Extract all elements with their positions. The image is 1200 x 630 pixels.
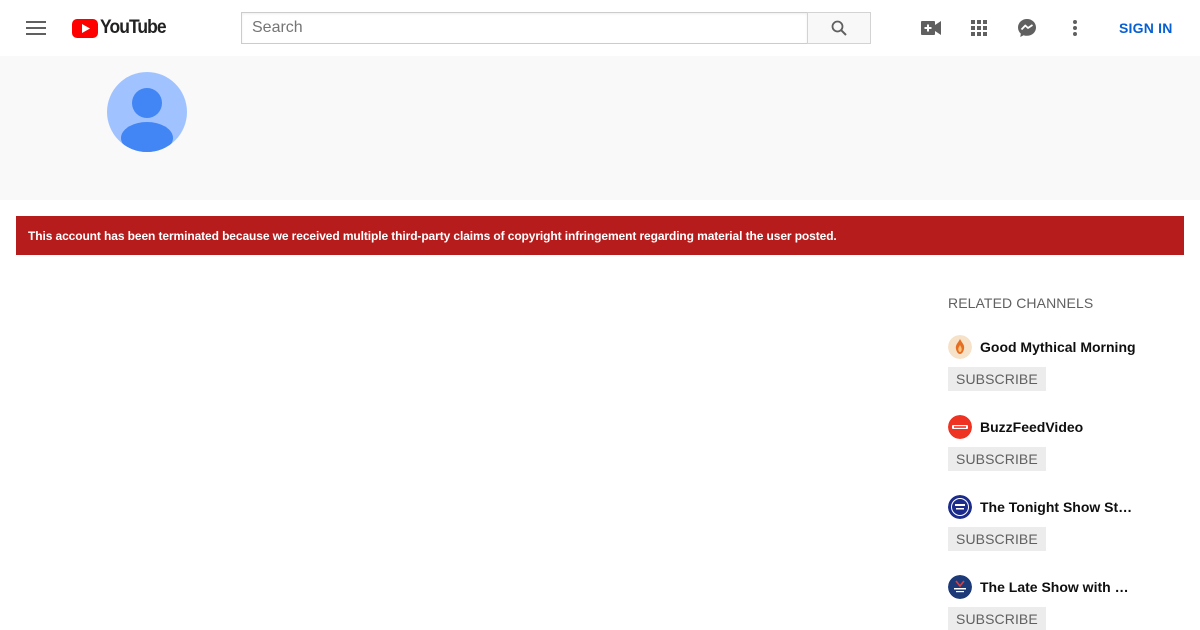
more-vert-icon [1073,20,1077,36]
apps-grid-icon [971,20,987,36]
related-channels: RELATED CHANNELS Good Mythical Morning S… [948,292,1184,630]
more-button[interactable] [1059,12,1091,44]
youtube-play-icon [72,18,98,38]
menu-icon [26,21,46,35]
channel-avatar-icon [948,575,972,599]
channel-link[interactable]: BuzzFeedVideo [948,415,1184,439]
subscribe-button[interactable]: SUBSCRIBE [948,367,1046,391]
apps-button[interactable] [963,12,995,44]
search-button[interactable] [807,12,871,44]
subscribe-button[interactable]: SUBSCRIBE [948,527,1046,551]
subscribe-button[interactable]: SUBSCRIBE [948,607,1046,630]
termination-alert: This account has been terminated because… [16,216,1184,255]
create-video-button[interactable] [915,12,947,44]
alert-message: This account has been terminated because… [28,228,837,243]
default-avatar-icon [107,72,187,152]
guide-button[interactable] [20,12,52,44]
channel-name[interactable]: The Tonight Show Starring Jimmy Fallon [980,499,1136,515]
search-input[interactable] [241,12,807,44]
youtube-logo[interactable]: YouTube [72,16,171,40]
sign-in-button[interactable]: SIGN IN [1107,12,1185,44]
messages-icon [1018,19,1036,37]
search-box [241,12,871,44]
related-channel: The Late Show with Stephen Colbert SUBSC… [948,575,1184,630]
channel-name[interactable]: BuzzFeedVideo [980,419,1083,435]
search-icon [831,20,847,36]
channel-name[interactable]: Good Mythical Morning [980,339,1136,355]
create-video-icon [921,21,941,35]
related-channel: Good Mythical Morning SUBSCRIBE [948,335,1184,391]
channel-avatar-icon [948,415,972,439]
subscribe-button[interactable]: SUBSCRIBE [948,447,1046,471]
channel-link[interactable]: The Late Show with Stephen Colbert [948,575,1184,599]
related-channels-title: RELATED CHANNELS [948,295,1094,311]
logo-text: YouTube [100,17,167,38]
related-channel: The Tonight Show Starring Jimmy Fallon S… [948,495,1184,551]
channel-avatar-icon [948,335,972,359]
channel-header [0,56,1200,200]
channel-avatar-icon [948,495,972,519]
channel-link[interactable]: Good Mythical Morning [948,335,1184,359]
masthead: YouTube Search SIGN IN [0,0,1200,56]
channel-name[interactable]: The Late Show with Stephen Colbert [980,579,1136,595]
related-channel: BuzzFeedVideo SUBSCRIBE [948,415,1184,471]
channel-link[interactable]: The Tonight Show Starring Jimmy Fallon [948,495,1184,519]
messages-button[interactable] [1011,12,1043,44]
